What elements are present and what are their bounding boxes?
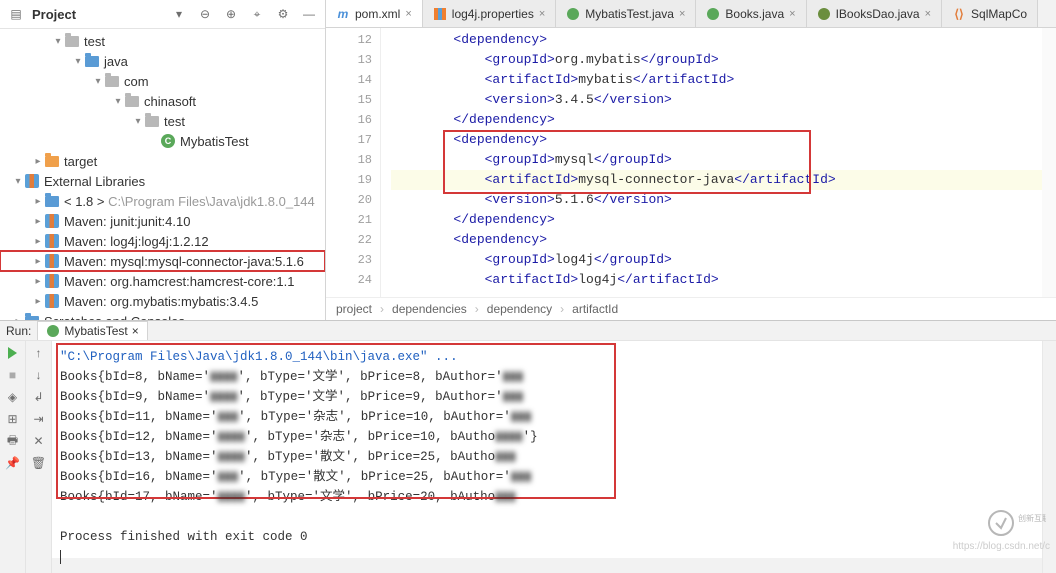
run-toolbar-right: ↑ ↓ ↲ ⇥ ✕ 🗑 — [26, 341, 52, 573]
interface-icon — [817, 7, 831, 21]
tab-pom[interactable]: mpom.xml× — [326, 0, 423, 27]
close-icon[interactable]: × — [789, 8, 795, 20]
locate-icon[interactable]: ⌖ — [247, 4, 267, 24]
svg-text:创新互联: 创新互联 — [1018, 513, 1046, 523]
close-icon[interactable]: × — [405, 8, 411, 20]
run-toolbar-left: ■ ◈ ⊞ 🖶 📌 — [0, 341, 26, 573]
scroll-icon[interactable]: ⇥ — [31, 411, 47, 427]
highlight-box-console — [56, 343, 616, 499]
run-header: Run: MybatisTest× — [0, 321, 1056, 341]
sidebar-title[interactable]: Project — [32, 7, 163, 22]
cursor — [60, 550, 61, 564]
snapshot-icon[interactable]: ◈ — [5, 389, 21, 405]
up-icon[interactable]: ↑ — [31, 345, 47, 361]
tree-folder-com[interactable]: ▾com — [0, 71, 325, 91]
tab-ibooks[interactable]: IBooksDao.java× — [807, 0, 942, 27]
logo-watermark: 创新互联 — [986, 508, 1046, 538]
run-panel: Run: MybatisTest× ■ ◈ ⊞ 🖶 📌 ↑ ↓ ↲ ⇥ ✕ 🗑 — [0, 320, 1056, 558]
tree-jdk[interactable]: ▸< 1.8 > C:\Program Files\Java\jdk1.8.0_… — [0, 191, 325, 211]
editor-tabs: mpom.xml× log4j.properties× MybatisTest.… — [326, 0, 1056, 28]
tree-scratches[interactable]: ▸Scratches and Consoles — [0, 311, 325, 320]
tree-folder-target[interactable]: ▸target — [0, 151, 325, 171]
print-icon[interactable]: 🖶 — [5, 433, 21, 449]
console-output[interactable]: "C:\Program Files\Java\jdk1.8.0_144\bin\… — [52, 341, 1042, 573]
tree-lib-mybatis[interactable]: ▸Maven: org.mybatis:mybatis:3.4.5 — [0, 291, 325, 311]
code-editor[interactable]: 12131415161718192021222324 <dependency> … — [326, 28, 1056, 297]
stop-icon[interactable]: ■ — [5, 367, 21, 383]
run-tab[interactable]: MybatisTest× — [37, 321, 147, 340]
close-icon[interactable]: × — [679, 8, 685, 20]
pin-icon[interactable]: 📌 — [5, 455, 21, 471]
close-icon[interactable]: × — [132, 324, 139, 338]
project-tree[interactable]: ▾test ▾java ▾com ▾chinasoft ▾test CMybat… — [0, 29, 325, 320]
run-label: Run: — [6, 324, 31, 338]
editor-minimap[interactable] — [1042, 28, 1056, 297]
code-content[interactable]: <dependency> <groupId>org.mybatis</group… — [381, 28, 1042, 297]
class-icon — [566, 7, 580, 21]
tree-lib-hamcrest[interactable]: ▸Maven: org.hamcrest:hamcrest-core:1.1 — [0, 271, 325, 291]
dropdown-icon[interactable]: ▾ — [169, 4, 189, 24]
breadcrumb-item[interactable]: project — [336, 302, 372, 316]
wrap-icon[interactable]: ↲ — [31, 389, 47, 405]
clear-icon[interactable]: ✕ — [31, 433, 47, 449]
line-gutter: 12131415161718192021222324 — [326, 28, 381, 297]
breadcrumb-item[interactable]: artifactId — [572, 302, 618, 316]
close-icon[interactable]: × — [539, 8, 545, 20]
close-icon[interactable]: × — [925, 8, 931, 20]
trash-icon[interactable]: 🗑 — [31, 455, 47, 471]
layout-icon[interactable]: ⊞ — [5, 411, 21, 427]
tab-books[interactable]: Books.java× — [696, 0, 806, 27]
tree-folder-chinasoft[interactable]: ▾chinasoft — [0, 91, 325, 111]
breadcrumb-item[interactable]: dependencies — [392, 302, 467, 316]
tab-sqlmap[interactable]: ⟨⟩SqlMapCo — [942, 0, 1038, 27]
maven-icon: m — [336, 7, 350, 21]
highlight-box-code — [443, 130, 811, 194]
tree-folder-test2[interactable]: ▾test — [0, 111, 325, 131]
rerun-icon[interactable] — [5, 345, 21, 361]
editor-area: mpom.xml× log4j.properties× MybatisTest.… — [326, 0, 1056, 320]
tab-log4j[interactable]: log4j.properties× — [423, 0, 557, 27]
project-sidebar: ▤ Project ▾ ⊖ ⊕ ⌖ ⚙ — ▾test ▾java ▾com ▾… — [0, 0, 326, 320]
class-icon — [46, 324, 60, 338]
properties-icon — [433, 7, 447, 21]
collapse-icon[interactable]: ⊖ — [195, 4, 215, 24]
class-icon — [706, 7, 720, 21]
xml-icon: ⟨⟩ — [952, 7, 966, 21]
tree-lib-mysql[interactable]: ▸Maven: mysql:mysql-connector-java:5.1.6 — [0, 251, 325, 271]
tree-lib-junit[interactable]: ▸Maven: junit:junit:4.10 — [0, 211, 325, 231]
sidebar-header: ▤ Project ▾ ⊖ ⊕ ⌖ ⚙ — — [0, 0, 325, 29]
scrollbar[interactable] — [1042, 341, 1056, 573]
gear-icon[interactable]: ⚙ — [273, 4, 293, 24]
breadcrumb-item[interactable]: dependency — [487, 302, 552, 316]
url-watermark: https://blog.csdn.net/c — [953, 541, 1050, 552]
tree-lib-log4j[interactable]: ▸Maven: log4j:log4j:1.2.12 — [0, 231, 325, 251]
tree-external-libs[interactable]: ▾External Libraries — [0, 171, 325, 191]
tree-class-mybatistest[interactable]: CMybatisTest — [0, 131, 325, 151]
down-icon[interactable]: ↓ — [31, 367, 47, 383]
tree-folder-test[interactable]: ▾test — [0, 31, 325, 51]
breadcrumb[interactable]: project› dependencies› dependency› artif… — [326, 297, 1056, 320]
tab-mybatistest[interactable]: MybatisTest.java× — [556, 0, 696, 27]
hide-icon[interactable]: — — [299, 4, 319, 24]
expand-icon[interactable]: ⊕ — [221, 4, 241, 24]
project-icon: ▤ — [6, 4, 26, 24]
tree-folder-java[interactable]: ▾java — [0, 51, 325, 71]
console-exit: Process finished with exit code 0 — [60, 527, 1034, 547]
